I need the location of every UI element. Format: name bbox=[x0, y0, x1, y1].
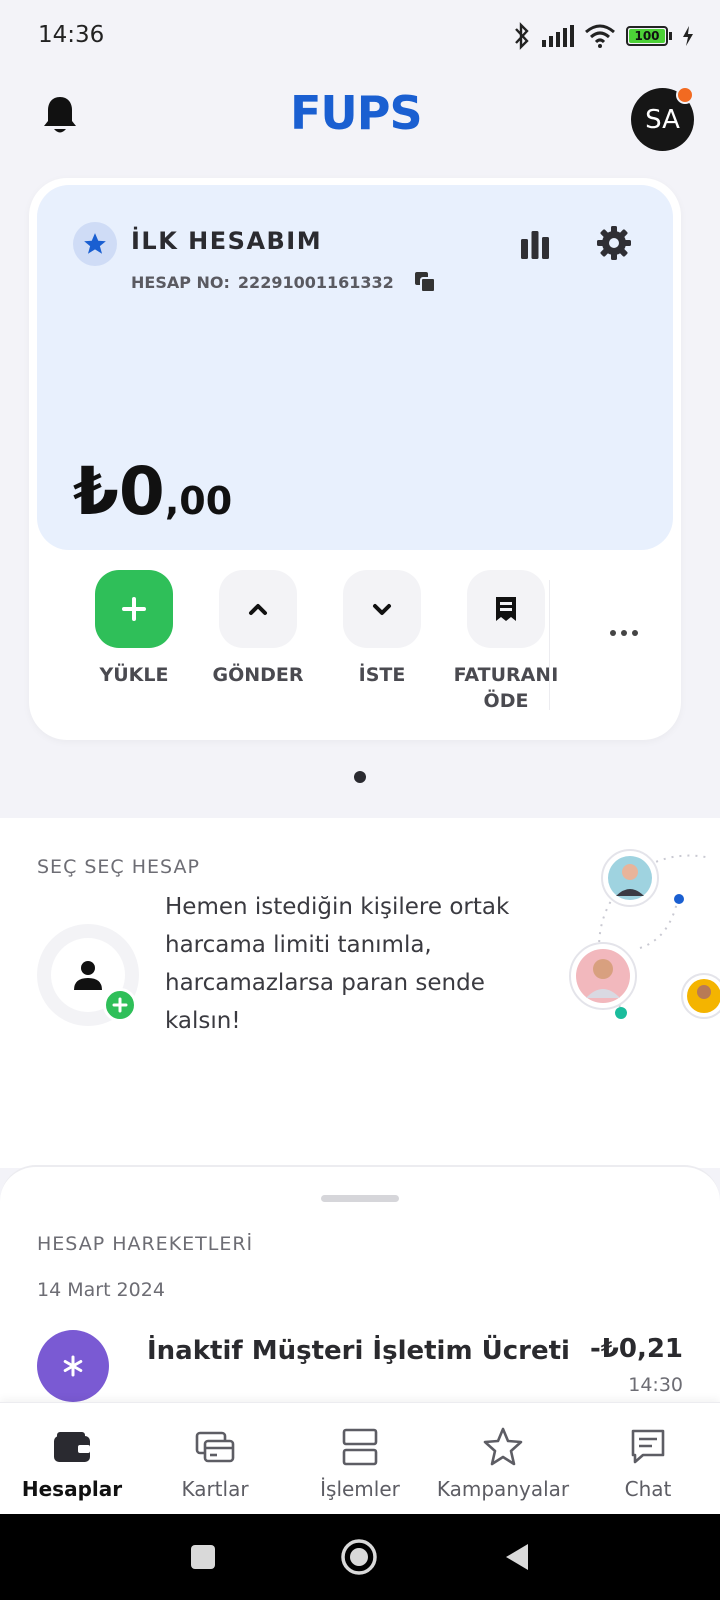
transactions-icon bbox=[342, 1428, 378, 1466]
promo-banner[interactable]: SEÇ SEÇ HESAP Hemen istediğin kişilere o… bbox=[0, 818, 720, 1168]
favorite-badge bbox=[73, 222, 117, 266]
tab-campaigns[interactable]: Kampanyalar bbox=[430, 1403, 576, 1515]
transactions-title: HESAP HAREKETLERİ bbox=[37, 1233, 254, 1255]
carousel-page-indicator bbox=[354, 771, 366, 783]
account-balance: ₺0 ,00 bbox=[73, 453, 232, 530]
quick-actions: YÜKLE GÖNDER İSTE FATURANI ÖDE bbox=[29, 570, 681, 720]
transaction-category-icon bbox=[37, 1330, 109, 1402]
chat-icon bbox=[631, 1429, 665, 1464]
add-person-icon bbox=[103, 988, 137, 1022]
load-money-label: YÜKLE bbox=[99, 664, 169, 686]
star-icon bbox=[483, 1427, 523, 1466]
tab-campaigns-label: Kampanyalar bbox=[436, 1477, 570, 1501]
account-number-label: HESAP NO: bbox=[131, 272, 230, 292]
bottom-tab-bar: Hesaplar Kartlar İşlemler Kampanyalar Ch… bbox=[0, 1402, 720, 1514]
battery-icon: 100 bbox=[626, 26, 672, 46]
send-money-circle[interactable] bbox=[219, 570, 297, 648]
transaction-row[interactable]: İnaktif Müşteri İşletim Ücreti -₺0,21 14… bbox=[0, 1310, 720, 1402]
account-number-row: HESAP NO: 22291001161332 bbox=[131, 271, 436, 293]
status-bar: 14:36 100 bbox=[0, 0, 720, 72]
more-options-icon[interactable] bbox=[589, 610, 659, 656]
receipt-icon bbox=[496, 597, 516, 621]
promo-icon bbox=[37, 924, 139, 1026]
app-logo: FUPS bbox=[290, 86, 423, 140]
load-money-circle[interactable] bbox=[95, 570, 173, 648]
tab-cards[interactable]: Kartlar bbox=[160, 1403, 270, 1515]
tab-chat-label: Chat bbox=[624, 1477, 672, 1501]
transactions-sheet: HESAP HAREKETLERİ 14 Mart 2024 İnaktif M… bbox=[0, 1165, 720, 1405]
wallet-icon bbox=[54, 1432, 90, 1462]
actions-divider bbox=[549, 580, 550, 710]
account-panel[interactable]: İLK HESABIM HESAP NO: 22291001161332 ₺0 bbox=[37, 185, 673, 550]
promo-text: Hemen istediğin kişilere ortak harcama l… bbox=[165, 894, 510, 1034]
send-money-label: GÖNDER bbox=[212, 664, 304, 686]
load-money-button[interactable]: YÜKLE bbox=[72, 570, 196, 688]
transaction-amount: -₺0,21 bbox=[589, 1334, 683, 1364]
promo-title: SEÇ SEÇ HESAP bbox=[37, 856, 200, 878]
tab-transactions[interactable]: İşlemler bbox=[304, 1403, 416, 1515]
wifi-icon bbox=[585, 24, 615, 48]
balance-decimals: ,00 bbox=[164, 479, 233, 523]
status-icons: 100 bbox=[512, 22, 694, 50]
bluetooth-icon bbox=[515, 22, 529, 50]
transaction-title: İnaktif Müşteri İşletim Ücreti bbox=[147, 1336, 570, 1366]
system-navigation-bar bbox=[0, 1514, 720, 1600]
pay-bill-circle[interactable] bbox=[467, 570, 545, 648]
square-icon bbox=[191, 1545, 215, 1569]
plus-icon bbox=[122, 597, 146, 621]
sheet-drag-handle[interactable] bbox=[321, 1195, 399, 1202]
app-header: FUPS SA bbox=[0, 80, 720, 160]
settings-gear-icon[interactable] bbox=[596, 225, 632, 261]
balance-main: ₺0 bbox=[73, 453, 165, 530]
charging-icon bbox=[683, 26, 693, 46]
request-money-label: İSTE bbox=[358, 664, 406, 686]
tab-cards-label: Kartlar bbox=[181, 1477, 249, 1501]
back-button[interactable] bbox=[496, 1536, 538, 1578]
transactions-date: 14 Mart 2024 bbox=[37, 1279, 165, 1301]
status-time: 14:36 bbox=[38, 22, 105, 48]
request-money-button[interactable]: İSTE bbox=[320, 570, 444, 688]
notification-bell-icon[interactable] bbox=[40, 94, 80, 138]
home-circle-icon bbox=[341, 1539, 377, 1575]
transaction-time: 14:30 bbox=[628, 1374, 683, 1396]
star-icon bbox=[84, 233, 106, 254]
send-money-button[interactable]: GÖNDER bbox=[196, 570, 320, 688]
statistics-icon[interactable] bbox=[519, 229, 551, 259]
signal-icon bbox=[542, 25, 574, 47]
account-name: İLK HESABIM bbox=[131, 227, 323, 255]
copy-icon[interactable] bbox=[414, 271, 436, 293]
tab-accounts[interactable]: Hesaplar bbox=[14, 1403, 130, 1515]
request-money-circle[interactable] bbox=[343, 570, 421, 648]
chevron-down-icon bbox=[373, 604, 391, 615]
recents-button[interactable] bbox=[182, 1536, 224, 1578]
person-icon bbox=[74, 961, 102, 990]
notification-badge bbox=[676, 86, 694, 104]
chevron-up-icon bbox=[249, 604, 267, 615]
cards-icon bbox=[195, 1431, 235, 1463]
account-number: 22291001161332 bbox=[237, 272, 394, 292]
back-triangle-icon bbox=[506, 1544, 528, 1570]
tab-accounts-label: Hesaplar bbox=[21, 1477, 123, 1501]
tab-transactions-label: İşlemler bbox=[320, 1477, 400, 1501]
account-card: İLK HESABIM HESAP NO: 22291001161332 ₺0 bbox=[29, 178, 681, 740]
tab-chat[interactable]: Chat bbox=[600, 1403, 696, 1515]
asterisk-icon bbox=[63, 1355, 83, 1377]
shared-account-illustration bbox=[569, 849, 720, 1019]
home-button[interactable] bbox=[338, 1536, 380, 1578]
